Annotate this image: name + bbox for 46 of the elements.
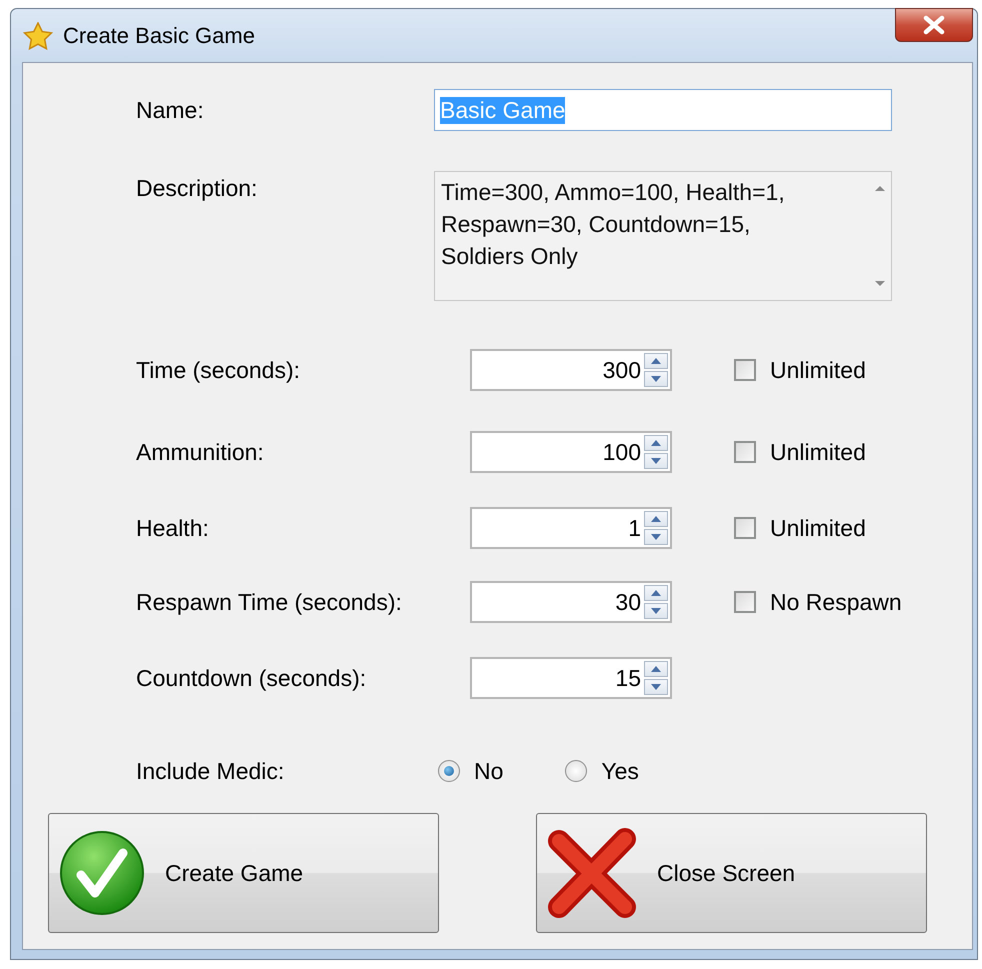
checkbox-label: Unlimited bbox=[770, 438, 866, 466]
spin-up-icon[interactable] bbox=[644, 661, 668, 677]
field-label: Ammunition: bbox=[135, 438, 265, 466]
cross-icon bbox=[547, 827, 637, 919]
spin-down-icon[interactable] bbox=[644, 603, 668, 619]
field-label: Countdown (seconds): bbox=[135, 664, 368, 692]
number-spinner[interactable]: 100 bbox=[470, 431, 672, 473]
spin-up-icon[interactable] bbox=[644, 585, 668, 601]
checkbox[interactable] bbox=[734, 517, 756, 539]
spin-up-icon[interactable] bbox=[644, 435, 668, 451]
checkbox-label: Unlimited bbox=[770, 514, 866, 542]
number-spinner[interactable]: 30 bbox=[470, 581, 672, 623]
checkbox-label: No Respawn bbox=[770, 588, 902, 616]
field-label: Health: bbox=[135, 514, 210, 542]
checkmark-icon bbox=[59, 828, 145, 918]
checkbox[interactable] bbox=[734, 591, 756, 613]
checkbox-label: Unlimited bbox=[770, 356, 866, 384]
number-spinner[interactable]: 15 bbox=[470, 657, 672, 699]
spin-down-icon[interactable] bbox=[644, 371, 668, 387]
radio-button[interactable] bbox=[438, 760, 460, 782]
radio-button[interactable] bbox=[565, 760, 588, 782]
spin-up-icon[interactable] bbox=[644, 511, 668, 527]
field-label: Include Medic: bbox=[135, 758, 286, 784]
close-screen-button[interactable]: Close Screen bbox=[536, 813, 927, 933]
spin-up-icon[interactable] bbox=[644, 353, 668, 369]
radio-label: Yes bbox=[601, 758, 639, 784]
scroll-down-icon[interactable] bbox=[874, 280, 886, 288]
field-label: Name: bbox=[135, 96, 204, 124]
star-icon bbox=[23, 22, 53, 50]
spin-down-icon[interactable] bbox=[644, 453, 668, 469]
field-label: Description: bbox=[135, 174, 258, 202]
close-icon bbox=[921, 15, 947, 35]
description-field[interactable]: Time=300, Ammo=100, Health=1, Respawn=30, Countdown=15, Soldiers Only bbox=[434, 171, 892, 301]
radio-label: No bbox=[474, 758, 504, 784]
spin-down-icon[interactable] bbox=[644, 679, 668, 695]
number-spinner[interactable]: 300 bbox=[470, 349, 672, 391]
close-button[interactable] bbox=[895, 8, 973, 42]
checkbox[interactable] bbox=[734, 359, 756, 381]
scroll-up-icon[interactable] bbox=[874, 184, 886, 192]
spin-down-icon[interactable] bbox=[644, 529, 668, 545]
number-spinner[interactable]: 1 bbox=[470, 507, 672, 549]
window-title: Create Basic Game bbox=[63, 22, 255, 48]
field-label: Time (seconds): bbox=[135, 356, 302, 384]
checkbox[interactable] bbox=[734, 441, 756, 463]
create-game-button[interactable]: Create Game bbox=[48, 813, 439, 933]
field-label: Respawn Time (seconds): bbox=[135, 588, 403, 616]
